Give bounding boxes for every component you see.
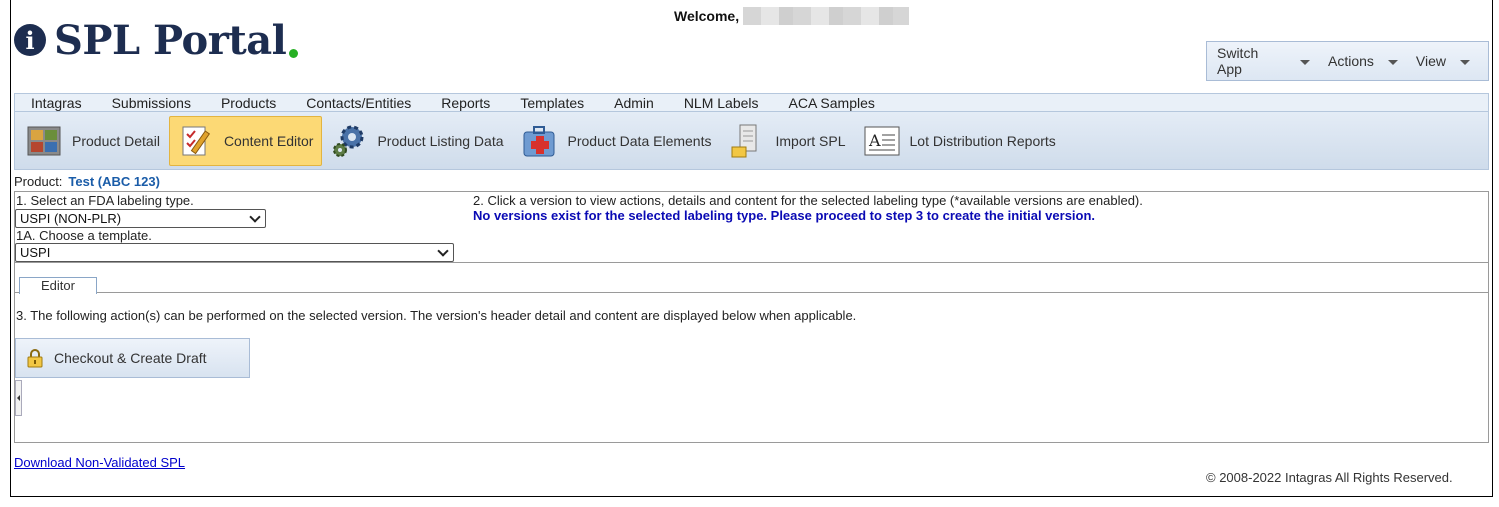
first-aid-kit-icon	[522, 123, 558, 159]
editor-tab-strip: Editor	[15, 262, 1488, 294]
chevron-down-icon	[249, 211, 261, 223]
labeling-type-value: USPI (NON-PLR)	[20, 211, 122, 226]
product-detail-button[interactable]: Product Detail	[17, 116, 169, 166]
import-spl-label: Import SPL	[775, 132, 846, 149]
download-non-validated-spl-link[interactable]: Download Non-Validated SPL	[14, 455, 185, 470]
product-data-elements-label: Product Data Elements	[567, 132, 712, 149]
step2-label: 2. Click a version to view actions, deta…	[473, 193, 1143, 208]
lock-icon	[26, 348, 44, 368]
chevron-down-icon	[1299, 59, 1310, 65]
chevron-down-icon	[437, 245, 449, 257]
svg-text:A: A	[868, 131, 881, 150]
product-line: Product: Test (ABC 123)	[14, 174, 160, 189]
content-editor-label: Content Editor	[223, 132, 314, 149]
step3-label: 3. The following action(s) can be perfor…	[16, 308, 857, 323]
switch-app-label: Switch App	[1217, 45, 1259, 77]
template-select[interactable]: USPI	[15, 243, 454, 262]
copyright-text: © 2008-2022 Intagras All Rights Reserved…	[1206, 470, 1453, 485]
view-label: View	[1415, 53, 1446, 69]
no-versions-notice: No versions exist for the selected label…	[473, 208, 1096, 223]
product-listing-data-label: Product Listing Data	[377, 132, 504, 149]
nav-item-products[interactable]: Products	[221, 95, 276, 111]
import-spl-button[interactable]: Import SPL	[720, 116, 854, 166]
lot-distribution-reports-label: Lot Distribution Reports	[909, 132, 1056, 149]
document-a-icon: A	[864, 123, 900, 159]
nav-item-admin[interactable]: Admin	[614, 95, 654, 111]
switch-app-menu[interactable]: Switch App	[1217, 45, 1310, 77]
labeling-type-select[interactable]: USPI (NON-PLR)	[15, 209, 266, 228]
template-value: USPI	[20, 245, 51, 260]
product-value[interactable]: Test (ABC 123)	[68, 174, 160, 189]
collapse-panel-handle[interactable]	[15, 380, 22, 416]
labeling-panel: 1. Select an FDA labeling type. USPI (NO…	[14, 191, 1489, 443]
main-nav: Intagras Submissions Products Contacts/E…	[14, 93, 1489, 112]
app-menu-bar: Switch App Actions View	[1206, 41, 1489, 81]
chevron-down-icon	[1460, 59, 1470, 65]
product-listing-data-button[interactable]: Product Listing Data	[322, 116, 512, 166]
welcome-message: Welcome,	[674, 7, 910, 25]
nav-item-submissions[interactable]: Submissions	[112, 95, 191, 111]
nav-item-reports[interactable]: Reports	[441, 95, 490, 111]
welcome-label: Welcome,	[674, 8, 740, 24]
nav-item-intagras[interactable]: Intagras	[31, 95, 82, 111]
content-editor-button[interactable]: Content Editor	[168, 115, 323, 166]
checkout-create-draft-button[interactable]: Checkout & Create Draft	[15, 338, 250, 378]
step1a-label: 1A. Choose a template.	[16, 228, 152, 243]
nav-item-templates[interactable]: Templates	[520, 95, 584, 111]
product-data-elements-button[interactable]: Product Data Elements	[513, 116, 721, 166]
spl-portal-logo: i SPL Portal	[14, 14, 299, 66]
server-import-icon	[729, 123, 765, 159]
lot-distribution-reports-button[interactable]: A Lot Distribution Reports	[855, 116, 1065, 166]
product-detail-label: Product Detail	[72, 132, 160, 149]
step1-label: 1. Select an FDA labeling type.	[16, 193, 194, 208]
info-badge-icon: i	[14, 24, 46, 56]
pencil-checklist-icon	[178, 123, 214, 159]
nav-item-nlm-labels[interactable]: NLM Labels	[684, 95, 759, 111]
product-grid-icon	[26, 123, 62, 159]
nav-item-contacts-entities[interactable]: Contacts/Entities	[306, 95, 411, 111]
logo-text: SPL Portal	[54, 16, 287, 64]
logo-dot-icon	[289, 48, 299, 58]
product-label: Product:	[14, 174, 63, 189]
tab-editor[interactable]: Editor	[19, 277, 97, 294]
chevron-down-icon	[1387, 59, 1398, 65]
nav-item-aca-samples[interactable]: ACA Samples	[789, 95, 875, 111]
product-toolbar: Product Detail Content Editor Product Li…	[14, 112, 1489, 170]
gears-icon	[331, 123, 367, 159]
actions-menu[interactable]: Actions	[1328, 53, 1398, 69]
actions-label: Actions	[1327, 53, 1374, 69]
redacted-username	[743, 7, 910, 25]
view-menu[interactable]: View	[1416, 53, 1470, 69]
checkout-create-draft-label: Checkout & Create Draft	[54, 350, 207, 366]
